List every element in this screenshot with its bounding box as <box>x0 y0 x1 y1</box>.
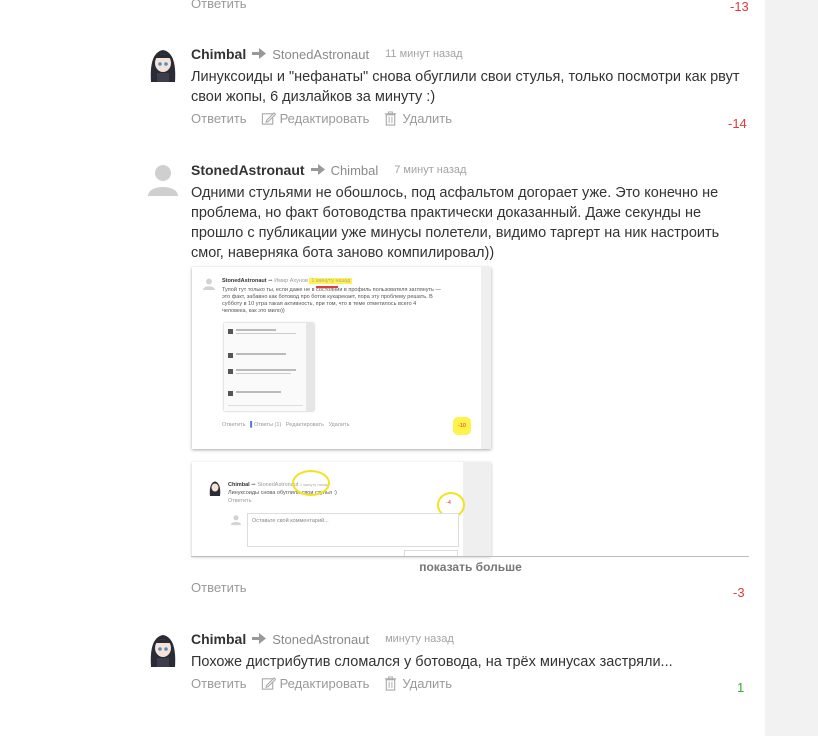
comment-meta: Chimbal StonedAstronaut минуту назад <box>191 631 454 647</box>
screenshot-replies: Ответы (1) <box>254 422 282 428</box>
reply-to-link[interactable]: StonedAstronaut <box>272 632 369 647</box>
edit-icon <box>261 677 276 690</box>
screenshot-reply-to: Имир Ахунов <box>274 278 308 284</box>
reply-button[interactable]: Ответить <box>191 580 247 595</box>
screenshot-score: -10 <box>458 423 466 429</box>
show-more-button[interactable]: показать больше <box>192 560 749 574</box>
reply-button[interactable]: Ответить <box>191 676 247 691</box>
reply-label: Ответить <box>191 580 247 595</box>
page-gutter <box>765 0 818 736</box>
screenshot-meta: StonedAstronaut ➦ Имир Ахунов 1 минуту н… <box>222 278 353 284</box>
edit-button[interactable]: Редактировать <box>261 111 370 126</box>
avatar <box>209 481 221 496</box>
author-link[interactable]: Chimbal <box>191 46 246 62</box>
delete-label: Удалить <box>402 111 453 126</box>
attached-screenshot[interactable]: Chimbal ➦ StonedAstronaut 1 минуту назад… <box>192 462 491 556</box>
comment-time: минуту назад <box>385 633 454 645</box>
screenshot-edit: Редактировать <box>285 422 324 428</box>
edit-button[interactable]: Редактировать <box>261 676 370 691</box>
trash-icon <box>385 676 397 691</box>
screenshot-author: StonedAstronaut <box>222 278 267 284</box>
comment-text: Одними стульями не обошлось, под асфальт… <box>191 185 720 261</box>
screenshot-author: Chimbal <box>228 482 250 488</box>
screenshot-text-line: это факт, забавно как ботовод про ботов … <box>222 294 433 300</box>
highlight-circle <box>292 470 330 496</box>
delete-button[interactable]: Удалить <box>383 676 452 691</box>
screenshot-score: -4 <box>446 500 451 506</box>
screenshot-text-line: человека, как это мило)) <box>222 308 285 314</box>
comment-meta: Chimbal StonedAstronaut 11 минут назад <box>191 46 463 62</box>
reply-label: Ответить <box>191 676 247 691</box>
avatar <box>203 278 215 290</box>
prev-comment-actions: Ответить <box>191 0 247 11</box>
avatar[interactable] <box>146 46 180 82</box>
comment-text: Линуксоиды и "нефанаты" снова обуглили с… <box>191 69 740 105</box>
screenshot-time: 1 минуту назад <box>309 278 353 284</box>
reply-label: Ответить <box>191 111 247 126</box>
nested-screenshot <box>224 323 314 411</box>
comment-time: 11 минут назад <box>385 48 463 60</box>
screenshot-placeholder: Оставьте свой комментарий... <box>252 518 329 524</box>
comment-score: -14 <box>728 116 747 131</box>
screenshot-comment-input: Оставьте свой комментарий... <box>247 513 459 547</box>
reply-button[interactable]: Ответить <box>191 111 247 126</box>
comment-text: Похоже дистрибутив сломался у ботовода, … <box>191 654 673 670</box>
comment-actions: Ответить Редактировать Удалить <box>191 676 452 691</box>
reply-to-link[interactable]: StonedAstronaut <box>272 47 369 62</box>
screenshot-actions: Ответить ▌Ответы (1) Редактировать Удали… <box>222 422 350 428</box>
screenshot-delete: Удалить <box>328 422 350 428</box>
avatar[interactable] <box>146 631 180 667</box>
comment-score: -3 <box>733 585 745 600</box>
screenshot-reply: Ответить <box>228 498 252 504</box>
author-link[interactable]: Chimbal <box>191 631 246 647</box>
edit-label: Редактировать <box>279 111 370 126</box>
edit-icon <box>261 112 276 125</box>
reply-label: Ответить <box>191 0 247 11</box>
delete-button[interactable]: Удалить <box>383 111 452 126</box>
screenshot-text-line: Тупой тут только ты, если даже не в сост… <box>222 287 441 293</box>
screenshot-reply: Ответить <box>222 422 246 428</box>
comment-actions: Ответить Редактировать Удалить <box>191 111 452 126</box>
reply-button[interactable]: Ответить <box>191 0 247 11</box>
delete-label: Удалить <box>402 676 453 691</box>
author-link[interactable]: StonedAstronaut <box>191 162 305 178</box>
avatar <box>230 515 242 526</box>
edit-label: Редактировать <box>279 676 370 691</box>
reply-arrow-icon <box>252 48 267 59</box>
comment-actions: Ответить <box>191 580 247 595</box>
divider <box>191 556 749 557</box>
reply-arrow-icon <box>310 164 325 175</box>
comment-score: -13 <box>730 0 749 14</box>
comment-time: 7 минут назад <box>394 164 467 176</box>
screenshot-text-line: субботу в 10 утра такая активность, при … <box>222 301 417 307</box>
comment-score: 1 <box>737 680 745 695</box>
comment-meta: StonedAstronaut Chimbal 7 минут назад <box>191 162 466 178</box>
screenshot-scrollbar <box>463 462 491 556</box>
red-underline <box>316 286 338 288</box>
avatar[interactable] <box>146 162 180 198</box>
trash-icon <box>385 111 397 126</box>
reply-arrow-icon <box>252 633 267 644</box>
attached-screenshot[interactable]: StonedAstronaut ➦ Имир Ахунов 1 минуту н… <box>192 267 491 449</box>
reply-to-link[interactable]: Chimbal <box>331 163 379 178</box>
screenshot-scrollbar <box>481 267 491 449</box>
